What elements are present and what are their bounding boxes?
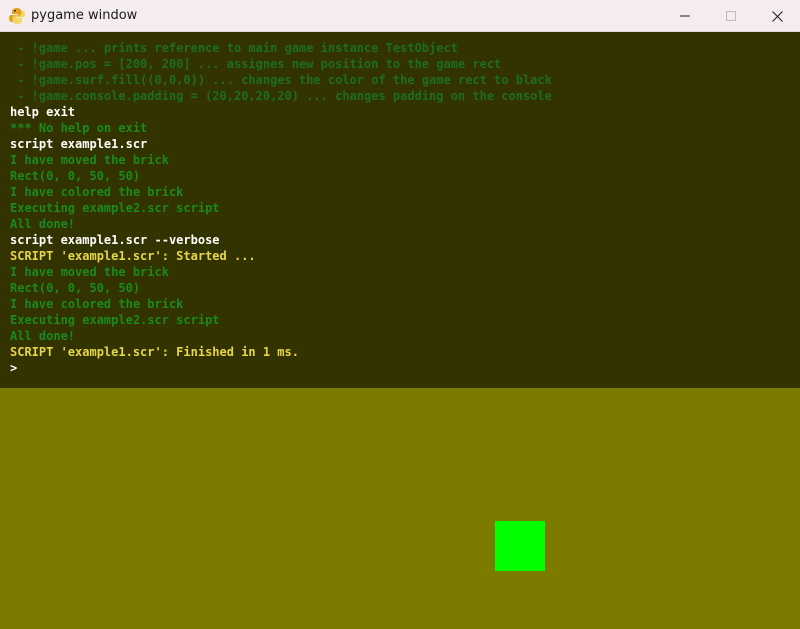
console-line: Executing example2.scr script [10,201,220,215]
console-line: - !game.surf.fill((0,0,0)) ... changes t… [10,73,552,87]
console-line: script example1.scr [10,137,148,151]
console-line: SCRIPT 'example1.scr': Finished in 1 ms. [10,345,299,359]
console-line: I have colored the brick [10,297,184,311]
maximize-icon [726,11,736,21]
console-line: *** No help on exit [10,121,148,135]
console-line: I have moved the brick [10,265,169,279]
console-line: Rect(0, 0, 50, 50) [10,281,141,295]
console-line: Executing example2.scr script [10,313,220,327]
console-input-prompt[interactable]: > [10,360,552,376]
minimize-button[interactable] [662,0,708,32]
console-line: - !game ... prints reference to main gam… [10,41,458,55]
minimize-icon [680,15,690,17]
console-line: - !game.console.padding = (20,20,20,20) … [10,89,552,103]
console-output: - !game ... prints reference to main gam… [10,40,552,376]
game-brick [495,521,545,571]
console-line: All done! [10,329,76,343]
console-line: Rect(0, 0, 50, 50) [10,169,141,183]
title-bar[interactable]: pygame window [0,0,800,32]
console-line: help exit [10,105,76,119]
close-icon [771,10,783,22]
maximize-button[interactable] [708,0,754,32]
game-area [0,388,800,629]
window-title: pygame window [31,8,138,23]
pygame-snake-icon [9,7,25,25]
close-button[interactable] [754,0,800,32]
console-line: script example1.scr --verbose [10,233,220,247]
console-line: I have colored the brick [10,185,184,199]
console-panel[interactable]: - !game ... prints reference to main gam… [0,32,800,388]
console-line: - !game.pos = [200, 200] ... assignes ne… [10,57,502,71]
console-line: SCRIPT 'example1.scr': Started ... [10,249,256,263]
console-line: All done! [10,217,76,231]
console-line: I have moved the brick [10,153,169,167]
